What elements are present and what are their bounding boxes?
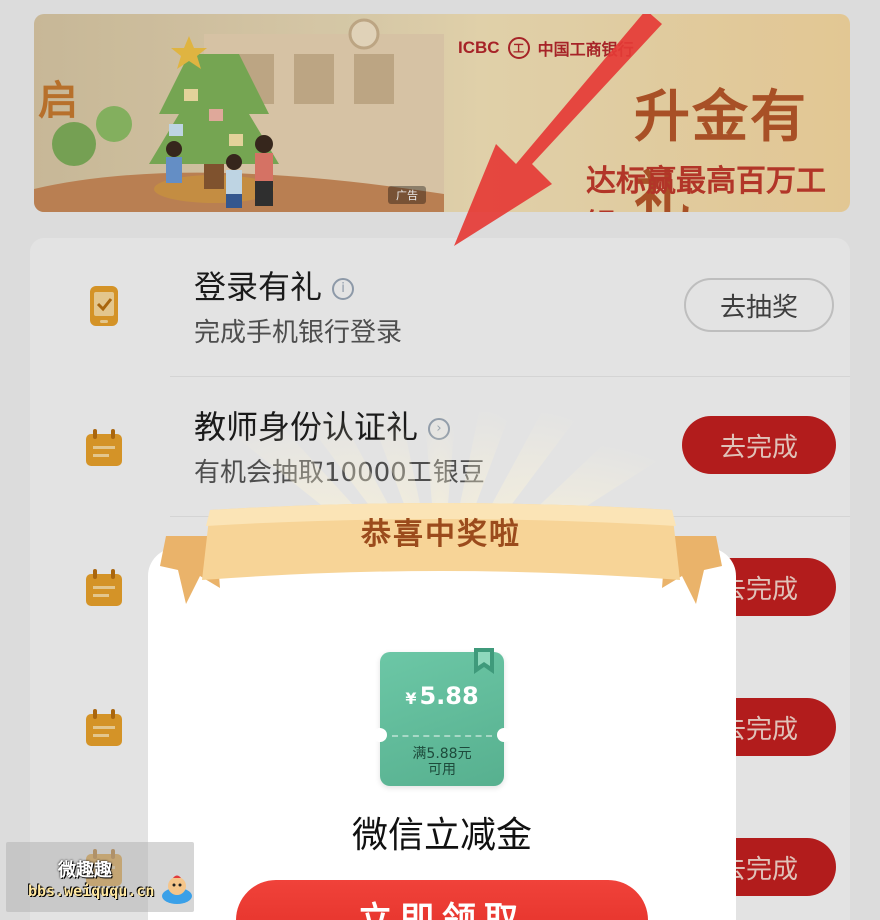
claim-button[interactable]: 立即领取 (236, 880, 648, 920)
site-watermark: 微趣趣 bbs.weiququ.cn (6, 842, 194, 912)
coupon-condition: 满5.88元 可用 (412, 746, 472, 778)
coupon-notch (497, 728, 511, 742)
mascot-icon (162, 875, 192, 904)
coupon-divider (392, 735, 492, 737)
red-arrow-icon (454, 14, 662, 246)
coupon-card: ¥5.88 满5.88元 可用 (373, 648, 511, 786)
watermark-url: bbs.weiququ.cn (28, 882, 155, 900)
prize-name: 微信立减金 (351, 815, 532, 856)
bookmark-icon (474, 648, 494, 674)
modal-title: 恭喜中奖啦 (361, 517, 521, 552)
watermark-title: 微趣趣 (58, 860, 112, 881)
coupon-notch (373, 728, 387, 742)
coupon-amount: ¥5.88 (405, 682, 479, 710)
